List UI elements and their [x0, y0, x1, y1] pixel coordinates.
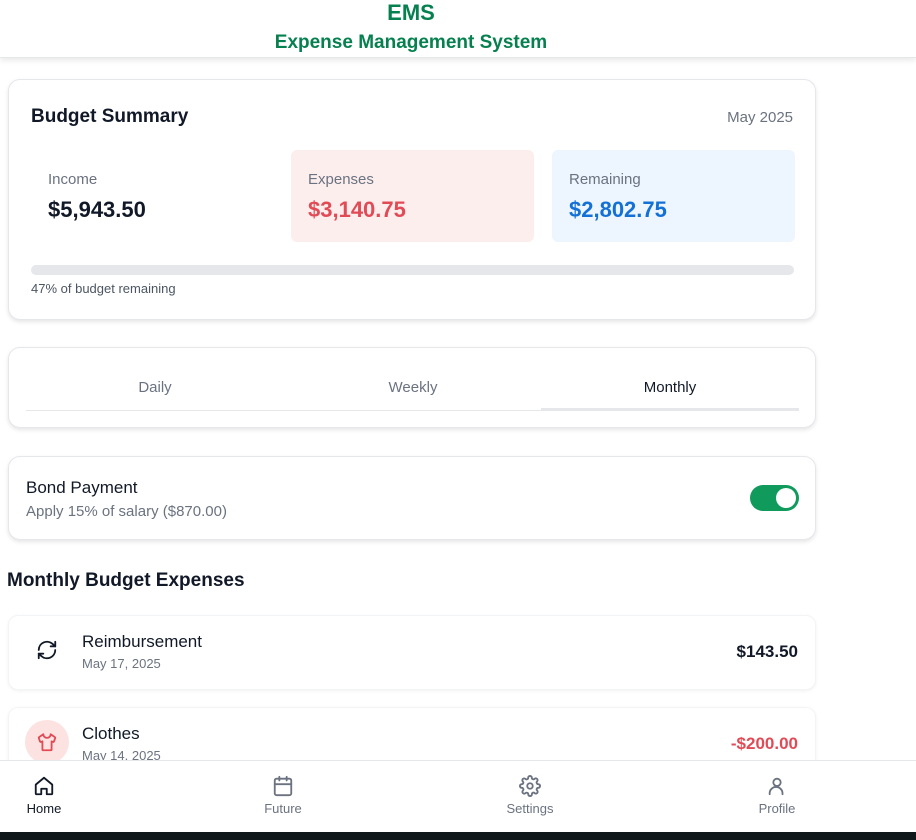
- nav-future[interactable]: Future: [223, 761, 343, 833]
- nav-profile[interactable]: Profile: [717, 761, 837, 833]
- expense-date: May 17, 2025: [82, 656, 161, 671]
- nav-home-label: Home: [26, 801, 62, 816]
- budget-progress-bar: [31, 265, 794, 275]
- income-value: $5,943.50: [48, 197, 146, 222]
- expense-name: Clothes: [82, 724, 140, 743]
- expense-amount: $143.50: [736, 642, 798, 661]
- income-stat: Income $5,943.50: [31, 150, 274, 242]
- income-label: Income: [48, 171, 98, 188]
- expenses-label: Expenses: [308, 171, 374, 188]
- bond-payment-subtitle: Apply 15% of salary ($870.00): [26, 503, 227, 520]
- expenses-value: $3,140.75: [308, 197, 406, 222]
- period-tabs: Daily Weekly Monthly: [8, 347, 816, 428]
- refresh-icon: [25, 628, 69, 672]
- toggle-knob: [776, 488, 796, 508]
- expenses-section-heading: Monthly Budget Expenses: [7, 570, 245, 591]
- bond-payment-card: Bond Payment Apply 15% of salary ($870.0…: [8, 456, 816, 540]
- nav-home[interactable]: Home: [0, 761, 104, 833]
- bottom-navigation: Home Future Settings Profile: [0, 760, 916, 832]
- gear-icon: [519, 775, 541, 797]
- home-icon: [34, 776, 54, 796]
- remaining-label: Remaining: [569, 171, 641, 188]
- shirt-icon: [25, 720, 69, 764]
- app-title: EMS: [387, 0, 435, 25]
- nav-future-label: Future: [264, 801, 302, 816]
- tab-daily[interactable]: Daily: [26, 348, 284, 411]
- expense-list-item[interactable]: Reimbursement May 17, 2025 $143.50: [8, 615, 816, 690]
- bond-payment-title: Bond Payment: [26, 478, 138, 497]
- remaining-stat: Remaining $2,802.75: [552, 150, 795, 242]
- tab-weekly[interactable]: Weekly: [284, 348, 542, 411]
- budget-progress-text: 47% of budget remaining: [31, 281, 176, 296]
- app-header: EMS Expense Management System: [0, 0, 916, 58]
- nav-settings-label: Settings: [506, 801, 554, 816]
- calendar-icon: [273, 775, 293, 797]
- budget-month: May 2025: [727, 109, 793, 126]
- system-bottom-bar: [0, 832, 916, 840]
- budget-summary-card: Budget Summary May 2025 Income $5,943.50…: [8, 79, 816, 320]
- budget-progress-fill: [31, 265, 390, 275]
- tab-monthly[interactable]: Monthly: [541, 348, 799, 411]
- expense-amount: -$200.00: [730, 734, 798, 753]
- nav-settings[interactable]: Settings: [470, 761, 590, 833]
- bond-payment-toggle[interactable]: [750, 485, 799, 511]
- expenses-stat: Expenses $3,140.75: [291, 150, 534, 242]
- expense-name: Reimbursement: [82, 632, 202, 651]
- app-subtitle: Expense Management System: [274, 32, 548, 53]
- remaining-value: $2,802.75: [569, 197, 667, 222]
- budget-summary-title: Budget Summary: [31, 106, 189, 127]
- nav-profile-label: Profile: [758, 801, 796, 816]
- user-icon: [768, 777, 784, 796]
